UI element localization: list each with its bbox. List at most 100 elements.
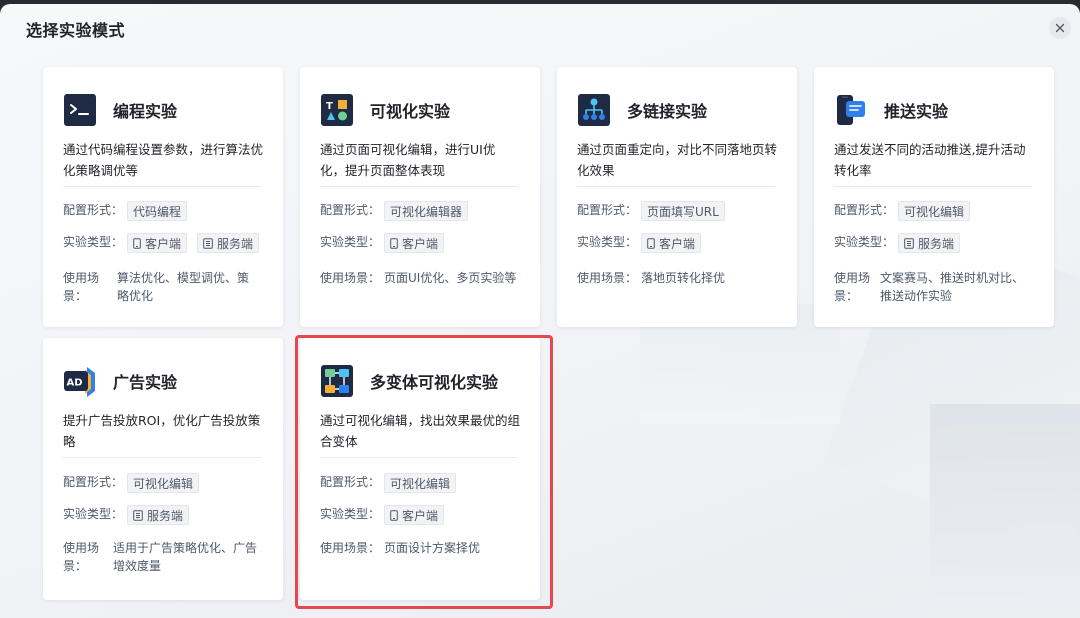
push-message-icon — [837, 95, 865, 125]
card-visual-experiment[interactable]: T 可视化实验 通过页面可视化编辑，进行UI优化，提升页面整体表现 配置形式： … — [300, 67, 540, 327]
client-label: 客户端 — [402, 236, 439, 251]
type-label: 实验类型： — [320, 235, 381, 249]
mobile-icon — [647, 237, 655, 249]
server-tag: 服务端 — [127, 505, 190, 525]
terminal-icon — [64, 94, 96, 126]
config-tag: 可视化编辑器 — [384, 201, 469, 221]
scene-text: 适用于广告策略优化、广告增效度量 — [113, 541, 258, 573]
scene-text: 文案赛马、推送时机对比、推送动作实验 — [880, 271, 1025, 303]
config-row: 配置形式： 代码编程 — [63, 201, 273, 221]
config-tag: 可视化编辑 — [384, 473, 457, 493]
server-label: 服务端 — [918, 236, 955, 251]
type-row: 实验类型： 服务端 — [834, 233, 1044, 253]
client-label: 客户端 — [145, 236, 182, 251]
card-title: 多变体可视化实验 — [370, 373, 499, 392]
close-button[interactable] — [1049, 17, 1071, 39]
config-tag: 可视化编辑 — [127, 473, 200, 493]
scene-row: 使用场景： 适用于广告策略优化、广告增效度量 — [63, 539, 273, 575]
server-icon — [904, 237, 914, 249]
close-icon — [1055, 23, 1065, 33]
type-label: 实验类型： — [834, 235, 895, 249]
config-label: 配置形式： — [320, 475, 381, 489]
config-label: 配置形式： — [320, 203, 381, 217]
mobile-icon — [133, 237, 141, 249]
type-row: 实验类型： 客户端 — [320, 505, 530, 525]
scene-text: 落地页转化择优 — [641, 271, 726, 285]
divider — [63, 186, 261, 187]
card-multi-link-experiment[interactable]: 多链接实验 通过页面重定向，对比不同落地页转化效果 配置形式： 页面填写URL … — [557, 67, 797, 327]
card-title: 广告实验 — [113, 373, 178, 392]
card-title: 编程实验 — [113, 102, 178, 121]
config-tag: 代码编程 — [127, 201, 188, 221]
type-row: 实验类型： 客户端 服务端 — [63, 233, 273, 253]
card-description: 提升广告投放ROI，优化广告投放策略 — [63, 413, 261, 449]
card-coding-experiment[interactable]: 编程实验 通过代码编程设置参数，进行算法优化策略调优等 配置形式： 代码编程 实… — [43, 67, 283, 327]
config-label: 配置形式： — [577, 203, 638, 217]
client-tag: 客户端 — [384, 505, 445, 525]
type-label: 实验类型： — [63, 507, 124, 521]
card-description: 通过发送不同的活动推送,提升活动转化率 — [834, 142, 1026, 178]
divider — [834, 186, 1032, 187]
visual-shapes-icon: T — [321, 94, 353, 126]
card-description: 通过代码编程设置参数，进行算法优化策略调优等 — [63, 142, 264, 178]
scene-text: 算法优化、模型调优、策略优化 — [117, 271, 250, 303]
multi-variant-icon — [321, 365, 353, 397]
config-row: 配置形式： 可视化编辑 — [63, 473, 273, 493]
multi-link-icon — [578, 94, 610, 126]
config-row: 配置形式： 可视化编辑 — [834, 201, 1044, 221]
mobile-icon — [390, 509, 398, 521]
scene-text: 页面设计方案择优 — [384, 541, 481, 555]
svg-text:T: T — [326, 101, 333, 112]
scene-label: 使用场景： — [320, 541, 381, 555]
client-tag: 客户端 — [384, 233, 445, 253]
scene-row: 使用场景： 算法优化、模型调优、策略优化 — [63, 269, 273, 305]
config-label: 配置形式： — [63, 203, 124, 217]
config-row: 配置形式： 页面填写URL — [577, 201, 787, 221]
config-label: 配置形式： — [63, 475, 124, 489]
card-ad-experiment[interactable]: AD 广告实验 提升广告投放ROI，优化广告投放策略 配置形式： 可视化编辑 实… — [43, 338, 283, 600]
type-row: 实验类型： 客户端 — [320, 233, 530, 253]
type-label: 实验类型： — [320, 507, 381, 521]
scene-label: 使用场景： — [834, 271, 871, 303]
config-tag: 可视化编辑 — [898, 201, 971, 221]
server-icon — [133, 509, 143, 521]
server-tag: 服务端 — [197, 233, 260, 253]
divider — [63, 457, 261, 458]
client-tag: 客户端 — [127, 233, 188, 253]
scene-label: 使用场景： — [63, 541, 100, 573]
type-row: 实验类型： 客户端 — [577, 233, 787, 253]
scene-label: 使用场景： — [577, 271, 638, 285]
card-multi-variant-experiment[interactable]: 多变体可视化实验 通过可视化编辑，找出效果最优的组合变体 配置形式： 可视化编辑… — [300, 338, 540, 600]
card-title: 推送实验 — [884, 102, 949, 121]
divider — [320, 186, 518, 187]
divider — [320, 457, 518, 458]
card-description: 通过页面可视化编辑，进行UI优化，提升页面整体表现 — [320, 142, 496, 178]
divider — [577, 186, 775, 187]
card-title: 多链接实验 — [627, 102, 708, 121]
config-tag: 页面填写URL — [641, 201, 725, 221]
type-label: 实验类型： — [577, 235, 638, 249]
config-row: 配置形式： 可视化编辑 — [320, 473, 530, 493]
card-push-experiment[interactable]: 推送实验 通过发送不同的活动推送,提升活动转化率 配置形式： 可视化编辑 实验类… — [814, 67, 1054, 327]
scene-row: 使用场景： 落地页转化择优 — [577, 269, 787, 287]
card-title: 可视化实验 — [370, 102, 451, 121]
dialog-title: 选择实验模式 — [26, 21, 126, 40]
experiment-mode-dialog: 选择实验模式 编程实验 通过代码编程设置参数，进行算法优化策略调优等 配置形式：… — [0, 4, 1080, 618]
mobile-icon — [390, 237, 398, 249]
config-label: 配置形式： — [834, 203, 895, 217]
server-tag: 服务端 — [898, 233, 961, 253]
scene-text: 页面UI优化、多页实验等 — [384, 271, 517, 285]
card-description: 通过页面重定向，对比不同落地页转化效果 — [577, 142, 778, 178]
client-label: 客户端 — [659, 236, 696, 251]
server-icon — [203, 237, 213, 249]
scene-row: 使用场景： 页面设计方案择优 — [320, 539, 530, 557]
server-label: 服务端 — [217, 236, 254, 251]
server-label: 服务端 — [147, 508, 184, 523]
scene-label: 使用场景： — [63, 271, 100, 303]
scene-row: 使用场景： 页面UI优化、多页实验等 — [320, 269, 530, 287]
type-row: 实验类型： 服务端 — [63, 505, 273, 525]
svg-text:AD: AD — [67, 378, 83, 389]
client-label: 客户端 — [402, 508, 439, 523]
ad-icon: AD — [64, 367, 95, 397]
client-tag: 客户端 — [641, 233, 702, 253]
